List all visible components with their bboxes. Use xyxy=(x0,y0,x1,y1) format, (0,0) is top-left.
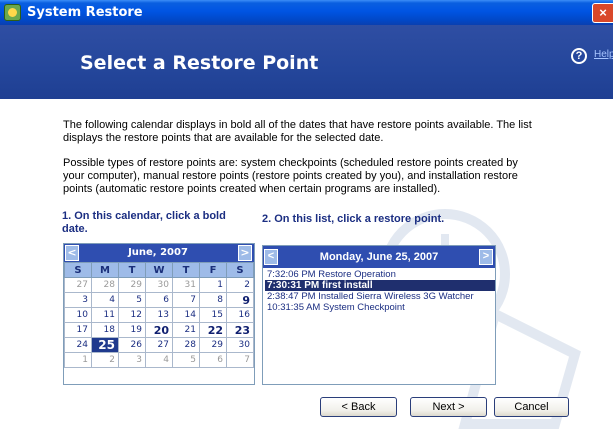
calendar-day[interactable]: 5 xyxy=(172,352,200,368)
content-area: The following calendar displays in bold … xyxy=(0,99,613,438)
calendar-day[interactable]: 26 xyxy=(118,337,146,353)
calendar-day[interactable]: 1 xyxy=(199,277,227,293)
calendar-month-label: June, 2007 xyxy=(128,247,188,258)
weekday-header: F xyxy=(199,262,227,278)
calendar-day[interactable]: 7 xyxy=(172,292,200,308)
help-icon[interactable]: ? xyxy=(571,48,587,64)
calendar-day[interactable]: 9 xyxy=(226,292,254,308)
calendar-day[interactable]: 11 xyxy=(91,307,119,323)
page-header: Select a Restore Point ? Help xyxy=(0,25,613,99)
calendar-day[interactable]: 3 xyxy=(64,292,92,308)
intro-paragraph-2: Possible types of restore points are: sy… xyxy=(63,157,518,195)
calendar-day[interactable]: 7 xyxy=(226,352,254,368)
restore-point-item[interactable]: 10:31:35 AM System Checkpoint xyxy=(265,302,495,313)
weekday-header: S xyxy=(64,262,92,278)
calendar-day[interactable]: 28 xyxy=(172,337,200,353)
intro-paragraph-1: The following calendar displays in bold … xyxy=(63,119,532,144)
calendar-day[interactable]: 22 xyxy=(199,322,227,338)
calendar-day[interactable]: 20 xyxy=(145,322,173,338)
restore-point-list: < Monday, June 25, 2007 > 7:32:06 PM Res… xyxy=(262,245,496,385)
cancel-button[interactable]: Cancel xyxy=(494,397,569,417)
calendar-day[interactable]: 6 xyxy=(145,292,173,308)
calendar-day[interactable]: 21 xyxy=(172,322,200,338)
title-bar: System Restore × xyxy=(0,0,613,25)
calendar-day[interactable]: 16 xyxy=(226,307,254,323)
calendar-day[interactable]: 14 xyxy=(172,307,200,323)
calendar-day[interactable]: 31 xyxy=(172,277,200,293)
calendar-day[interactable]: 24 xyxy=(64,337,92,353)
list-instruction: 2. On this list, click a restore point. xyxy=(262,213,445,225)
calendar-day[interactable]: 13 xyxy=(145,307,173,323)
restore-list-header: < Monday, June 25, 2007 > xyxy=(263,246,495,268)
back-button[interactable]: < Back xyxy=(320,397,397,417)
calendar-day[interactable]: 30 xyxy=(145,277,173,293)
page-title: Select a Restore Point xyxy=(80,52,319,74)
help-link[interactable]: Help xyxy=(594,49,613,60)
calendar-day[interactable]: 12 xyxy=(118,307,146,323)
weekday-header: T xyxy=(172,262,200,278)
calendar-day[interactable]: 5 xyxy=(118,292,146,308)
weekday-header: W xyxy=(145,262,173,278)
restore-point-selected[interactable]: 7:30:31 PM first install xyxy=(265,280,495,291)
next-month-button[interactable]: > xyxy=(238,245,252,261)
calendar-day[interactable]: 4 xyxy=(91,292,119,308)
calendar-day[interactable]: 15 xyxy=(199,307,227,323)
restore-list-date: Monday, June 25, 2007 xyxy=(319,251,439,263)
calendar-day[interactable]: 29 xyxy=(199,337,227,353)
calendar-header: < June, 2007 > xyxy=(64,244,254,262)
calendar-day[interactable]: 3 xyxy=(118,352,146,368)
calendar-day[interactable]: 2 xyxy=(91,352,119,368)
calendar-day[interactable]: 2 xyxy=(226,277,254,293)
calendar-grid: SMTWTFS 27 28 29 30 31 1 2 3 4 5 6 7 8 9 10 11 12 13 14 15 1… xyxy=(64,262,254,368)
calendar-day[interactable]: 8 xyxy=(199,292,227,308)
calendar-day[interactable]: 23 xyxy=(226,322,254,338)
weekday-header: S xyxy=(226,262,254,278)
prev-day-button[interactable]: < xyxy=(264,249,278,265)
calendar-day[interactable]: 30 xyxy=(226,337,254,353)
weekday-header: M xyxy=(91,262,119,278)
calendar-day[interactable]: 28 xyxy=(91,277,119,293)
restore-point-items: 7:32:06 PM Restore Operation 7:30:31 PM f… xyxy=(265,269,495,313)
calendar-day[interactable]: 17 xyxy=(64,322,92,338)
restore-point-item[interactable]: 7:32:06 PM Restore Operation xyxy=(265,269,495,280)
calendar-day[interactable]: 27 xyxy=(64,277,92,293)
prev-month-button[interactable]: < xyxy=(65,245,79,261)
close-button[interactable]: × xyxy=(592,3,613,23)
calendar-day[interactable]: 1 xyxy=(64,352,92,368)
calendar-day-selected[interactable]: 25 xyxy=(91,337,119,353)
calendar-instruction: 1. On this calendar, click a bold date. xyxy=(62,210,226,235)
next-day-button[interactable]: > xyxy=(479,249,493,265)
calendar-day[interactable]: 27 xyxy=(145,337,173,353)
restore-point-item[interactable]: 2:38:47 PM Installed Sierra Wireless 3G … xyxy=(265,291,495,302)
calendar-day[interactable]: 19 xyxy=(118,322,146,338)
window-title: System Restore xyxy=(27,5,143,20)
calendar-day[interactable]: 18 xyxy=(91,322,119,338)
calendar-day[interactable]: 4 xyxy=(145,352,173,368)
calendar-day[interactable]: 6 xyxy=(199,352,227,368)
calendar-day[interactable]: 10 xyxy=(64,307,92,323)
restore-calendar: < June, 2007 > SMTWTFS 27 28 29 30 31 1 2 3 4 5 6 7… xyxy=(63,243,255,385)
weekday-header: T xyxy=(118,262,146,278)
calendar-day[interactable]: 29 xyxy=(118,277,146,293)
system-restore-icon xyxy=(4,4,21,21)
next-button[interactable]: Next > xyxy=(410,397,487,417)
